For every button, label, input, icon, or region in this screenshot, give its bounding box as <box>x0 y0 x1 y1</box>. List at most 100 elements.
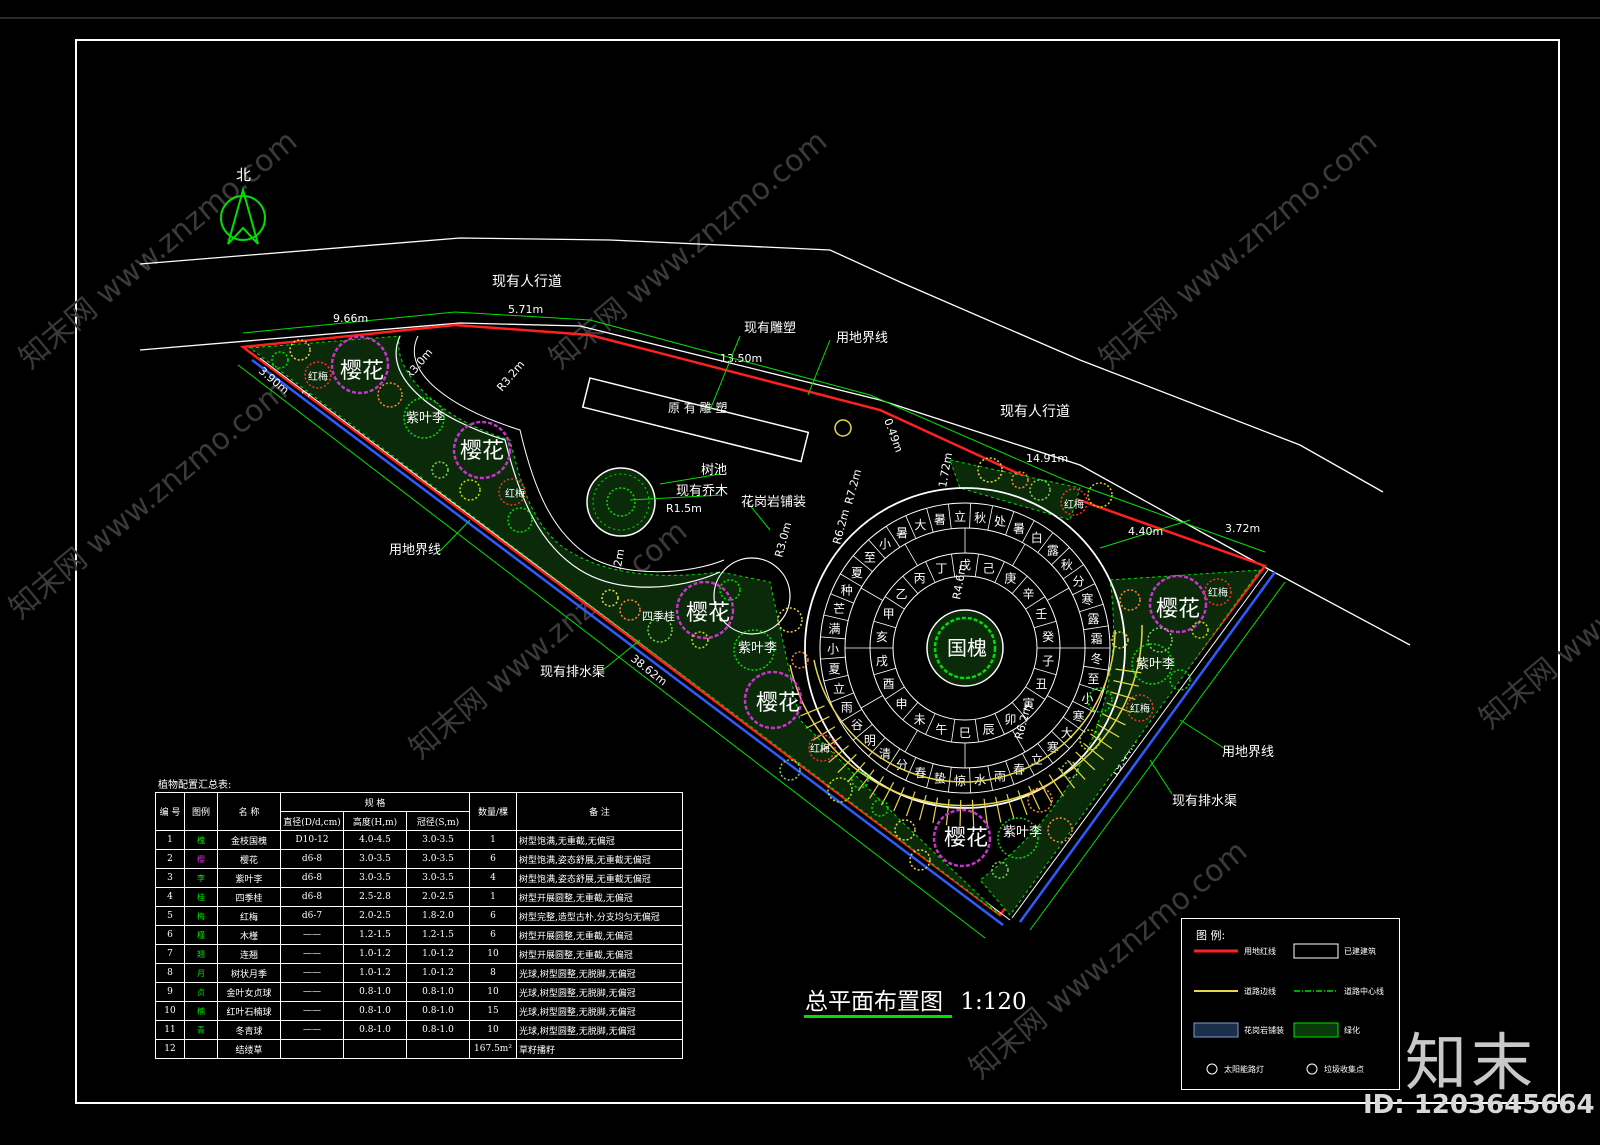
paving-character: 至 <box>864 550 876 564</box>
boundary-label: 用地界线 <box>836 331 888 346</box>
legend-item: 垃圾收集点 <box>1324 1065 1364 1074</box>
original-sculpture-corridor: 原 有 雕 塑 <box>581 377 810 463</box>
cell-qty: 1 <box>469 830 517 850</box>
cell-height: 1.0-1.2 <box>343 944 407 964</box>
deck-slat <box>1048 774 1065 797</box>
sakura-label: 樱花 <box>340 359 384 384</box>
legend-green-symbol <box>1293 1022 1339 1038</box>
table-row: 7 翘连翘 —— 1.0-1.2 1.0-1.2 10 树型开展圆整,无重截,无偏冠 <box>155 944 683 964</box>
cell-note: 树型饱满,无重截,无偏冠 <box>516 830 683 850</box>
dim-label: R7.2m <box>842 468 864 506</box>
table-row: 9 贞金叶女贞球 —— 0.8-1.0 0.8-1.0 10 光球,树型圆整,无脱脚,无偏冠 <box>155 982 683 1002</box>
paving-character: 小 <box>879 537 891 551</box>
cell-legend-icon: 梅 <box>184 906 218 926</box>
paving-character: 乙 <box>896 587 908 601</box>
dim-label: 13.50m <box>720 352 762 365</box>
drawing-scale: 1:120 <box>960 989 1027 1015</box>
cell-no: 9 <box>155 982 185 1002</box>
paving-character: 秋 <box>1061 558 1073 572</box>
cell-qty: 167.5m² <box>469 1039 517 1059</box>
table-row: 6 槿木槿 —— 1.2-1.5 1.2-1.5 6 树型开展圆整,无重截,无偏冠 <box>155 925 683 945</box>
cell-name: 紫叶李 <box>217 868 281 888</box>
corridor-label: 原 有 雕 塑 <box>668 400 727 415</box>
solar-lamp-icon <box>1206 1063 1218 1075</box>
sculpture-label: 现有雕塑 <box>744 321 796 336</box>
cell-note: 树型饱满,姿态舒展,无重截无偏冠 <box>516 849 683 869</box>
cell-legend-icon: 樱 <box>184 849 218 869</box>
dim-label: 9.66m <box>333 312 368 325</box>
watermark: 知末网 www.znzmo.com <box>1473 484 1600 736</box>
sakura-label: 樱花 <box>944 826 988 851</box>
legend-item: 绿化 <box>1344 1026 1360 1035</box>
drain-label: 现有排水渠 <box>540 665 605 680</box>
cell-dia: —— <box>280 963 344 983</box>
cell-name: 树状月季 <box>217 963 281 983</box>
cell-name: 樱花 <box>217 849 281 869</box>
th-no: 编 号 <box>155 792 185 831</box>
paving-character: 壬 <box>1035 607 1047 621</box>
cell-dia: —— <box>280 925 344 945</box>
paving-character: 春 <box>914 766 926 780</box>
paving-character: 丙 <box>914 571 926 585</box>
cell-dia: —— <box>280 982 344 1002</box>
cell-no: 11 <box>155 1020 185 1040</box>
cell-name: 红叶石楠球 <box>217 1001 281 1021</box>
cell-crown: 0.8-1.0 <box>406 982 470 1002</box>
cell-crown: 1.2-1.5 <box>406 925 470 945</box>
legend-item: 道路中心线 <box>1344 987 1384 996</box>
paving-character: 暑 <box>896 526 908 540</box>
paving-character: 丁 <box>935 561 947 575</box>
paving-character: 小 <box>827 642 839 656</box>
cell-height: 1.0-1.2 <box>343 963 407 983</box>
cell-dia: —— <box>280 1020 344 1040</box>
redplum-label: 红梅 <box>810 742 830 755</box>
paving-character: 雨 <box>841 701 853 715</box>
brand-logo: 知末 <box>1405 1026 1538 1099</box>
th-note: 备 注 <box>516 792 683 831</box>
paving-character: 处 <box>994 515 1006 529</box>
tree-pool-label: 树池 <box>701 463 727 478</box>
cell-name: 连翘 <box>217 944 281 964</box>
paving-character: 寒 <box>1072 708 1084 723</box>
paving-character: 夏 <box>851 566 863 580</box>
cell-dia: d6-8 <box>280 868 344 888</box>
watermark: 知末网 www.znzmo.com <box>1093 124 1384 376</box>
redplum-label: 红梅 <box>308 370 328 383</box>
legend-item: 道路边线 <box>1244 987 1276 996</box>
redplum-label: 红梅 <box>1208 586 1228 599</box>
dim-label: 14.91m <box>1026 452 1068 465</box>
deck-slat <box>893 787 905 812</box>
paving-character: 分 <box>1072 575 1084 589</box>
cell-no: 12 <box>155 1039 185 1059</box>
cell-no: 7 <box>155 944 185 964</box>
cell-note: 树型开展圆整,无重截,无偏冠 <box>516 925 683 945</box>
legend-item: 花岗岩铺装 <box>1244 1026 1284 1035</box>
cell-crown: 3.0-3.5 <box>406 830 470 850</box>
tree-pool <box>586 467 656 537</box>
paving-character: 丑 <box>1035 677 1047 691</box>
drawing-title-text: 总平面布置图 <box>805 989 943 1015</box>
paving-character: 蛰 <box>934 772 946 786</box>
paving-character: 癸 <box>1042 630 1054 644</box>
table-row: 8 月树状月季 —— 1.0-1.2 1.0-1.2 8 光球,树型圆整,无脱脚,无偏冠 <box>155 963 683 983</box>
paving-character: 未 <box>914 713 926 727</box>
cell-dia: —— <box>280 944 344 964</box>
plum-label: 紫叶李 <box>1136 657 1175 672</box>
watermark: 知末网 www.znzmo.com <box>3 374 294 626</box>
paving-character: 巳 <box>959 726 971 740</box>
paving-character: 己 <box>983 561 995 575</box>
th-height: 高度(H,m) <box>343 811 407 831</box>
cell-height: 0.8-1.0 <box>343 1001 407 1021</box>
drawing-title: 总平面布置图 1:120 <box>805 982 1027 1016</box>
paving-character: 午 <box>935 723 947 737</box>
cell-height: 2.5-2.8 <box>343 887 407 907</box>
watermark: 知末网 www.znzmo.com <box>13 124 304 376</box>
existing-tree-label: 现有乔木 <box>676 484 728 499</box>
dim-label: R1.5m <box>666 502 702 515</box>
paving-character: 辰 <box>983 723 995 737</box>
trash-point-icon <box>1306 1063 1318 1075</box>
table-row: 5 梅红梅 d6-7 2.0-2.5 1.8-2.0 6 树型完整,造型古朴,分支均匀无偏冠 <box>155 906 683 926</box>
redplum-label: 红梅 <box>1130 702 1150 715</box>
cell-note: 光球,树型圆整,无脱脚,无偏冠 <box>516 1020 683 1040</box>
th-spec: 规 格 <box>280 792 470 812</box>
